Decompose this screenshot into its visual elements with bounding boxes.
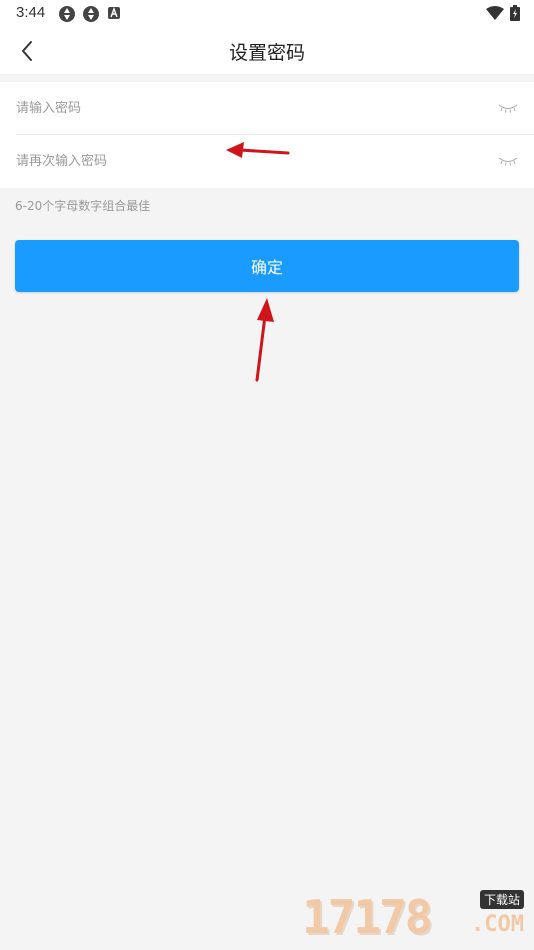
- confirm-password-input[interactable]: [16, 135, 476, 188]
- confirm-password-row: [16, 135, 534, 188]
- watermark-badge: 下载站: [479, 890, 524, 909]
- status-right-icons: [486, 5, 520, 21]
- page-title: 设置密码: [228, 42, 305, 64]
- nav-bar: 设置密码: [0, 28, 534, 74]
- status-left-icons: [58, 5, 122, 23]
- aperture-icon: [59, 6, 75, 22]
- watermark-suffix: .COM: [471, 912, 524, 937]
- eye-closed-icon[interactable]: [498, 102, 518, 114]
- password-hint: 6-20个字母数字组合最佳: [15, 199, 151, 213]
- status-time: 3:44: [16, 4, 46, 21]
- battery-charging-icon: [510, 5, 520, 21]
- password-input[interactable]: [16, 82, 476, 135]
- annotation-arrow-up: [255, 298, 274, 382]
- a-badge-icon: [108, 7, 120, 19]
- status-bar: 3:44: [0, 0, 534, 28]
- eye-closed-icon[interactable]: [498, 155, 518, 167]
- aperture-icon: [83, 6, 99, 22]
- wifi-icon: [486, 6, 504, 20]
- password-row: [16, 82, 534, 135]
- password-form: [0, 82, 534, 188]
- watermark-digits: 17178: [302, 890, 432, 944]
- confirm-button[interactable]: 确定: [15, 240, 519, 292]
- watermark-logo: 17178 下载站 .COM: [302, 890, 528, 948]
